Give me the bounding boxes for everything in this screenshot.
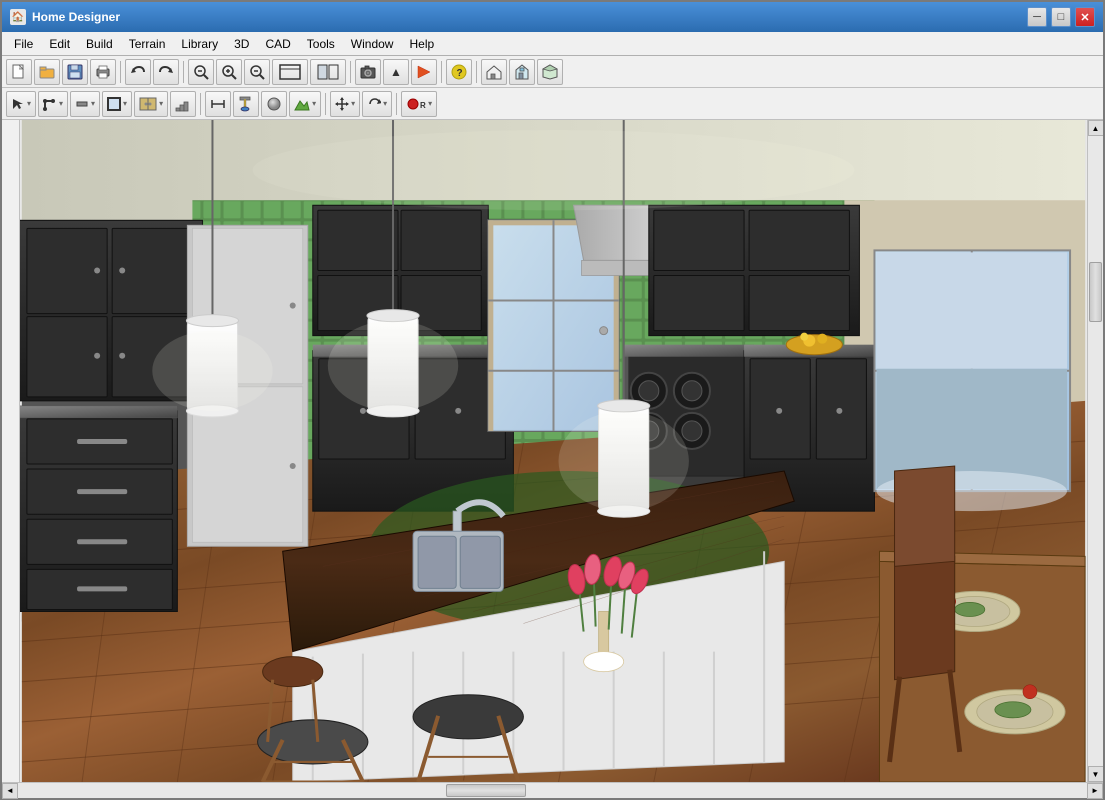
sep6 <box>200 93 201 115</box>
room-dropdown[interactable]: ▾ <box>102 91 132 117</box>
redo-button[interactable] <box>153 59 179 85</box>
kitchen-render <box>20 120 1087 782</box>
sep3 <box>350 61 351 83</box>
window-fit-button[interactable] <box>272 59 308 85</box>
save-button[interactable] <box>62 59 88 85</box>
material-button[interactable] <box>261 91 287 117</box>
cabinet-dropdown[interactable]: ▾ <box>134 91 168 117</box>
title-bar-controls: ─ □ ✕ <box>1027 7 1095 27</box>
sep8 <box>396 93 397 115</box>
rotate-dropdown[interactable]: ▾ <box>362 91 392 117</box>
menu-file[interactable]: File <box>6 35 41 53</box>
wall-dropdown[interactable]: ▾ <box>70 91 100 117</box>
left-ruler <box>2 120 20 782</box>
title-bar: 🏠 Home Designer ─ □ ✕ <box>2 2 1103 32</box>
paint-button[interactable] <box>233 91 259 117</box>
close-button[interactable]: ✕ <box>1075 7 1095 27</box>
kitchen-scene-svg <box>20 120 1087 782</box>
select-dropdown[interactable]: ▾ <box>6 91 36 117</box>
sep2 <box>183 61 184 83</box>
toolbar-row-1: ▲ ? <box>2 56 1103 88</box>
house-side-button[interactable] <box>481 59 507 85</box>
move-dropdown[interactable]: ▾ <box>330 91 360 117</box>
house-3d-button[interactable] <box>537 59 563 85</box>
menu-terrain[interactable]: Terrain <box>121 35 174 53</box>
scroll-down-button[interactable]: ▼ <box>1088 766 1104 782</box>
menu-3d[interactable]: 3D <box>226 35 257 53</box>
menu-library[interactable]: Library <box>173 35 226 53</box>
open-button[interactable] <box>34 59 60 85</box>
menu-cad[interactable]: CAD <box>257 35 298 53</box>
zoom-out-button[interactable] <box>244 59 270 85</box>
sep4 <box>441 61 442 83</box>
minimize-button[interactable]: ─ <box>1027 7 1047 27</box>
title-bar-left: 🏠 Home Designer <box>10 9 120 25</box>
arrow-up-button[interactable]: ▲ <box>383 59 409 85</box>
help-button[interactable]: ? <box>446 59 472 85</box>
main-content: ▲ ▼ <box>2 120 1103 782</box>
menu-build[interactable]: Build <box>78 35 121 53</box>
view-toggle-button[interactable] <box>310 59 346 85</box>
scroll-track-horizontal <box>18 783 1087 798</box>
menu-bar: File Edit Build Terrain Library 3D CAD T… <box>2 32 1103 56</box>
sep7 <box>325 93 326 115</box>
record-dropdown[interactable]: REC ▾ <box>401 91 437 117</box>
zoom-in-button[interactable] <box>216 59 242 85</box>
menu-edit[interactable]: Edit <box>41 35 78 53</box>
toolbar-row-2: ▾ ▾ ▾ ▾ ▾ ▾ <box>2 88 1103 120</box>
stairs-button[interactable] <box>170 91 196 117</box>
print-button[interactable] <box>90 59 116 85</box>
bottom-scrollbar: ◄ ► <box>2 782 1103 798</box>
arrow-right-button[interactable] <box>411 59 437 85</box>
canvas-area[interactable] <box>20 120 1087 782</box>
scroll-left-button[interactable]: ◄ <box>2 783 18 799</box>
camera-button[interactable] <box>355 59 381 85</box>
scroll-thumb-horizontal[interactable] <box>446 784 526 797</box>
scroll-thumb-vertical[interactable] <box>1089 262 1102 322</box>
maximize-button[interactable]: □ <box>1051 7 1071 27</box>
menu-tools[interactable]: Tools <box>299 35 343 53</box>
menu-window[interactable]: Window <box>343 35 402 53</box>
sep1 <box>120 61 121 83</box>
undo-button[interactable] <box>125 59 151 85</box>
dimension-button[interactable] <box>205 91 231 117</box>
app-title: Home Designer <box>32 10 120 24</box>
new-button[interactable] <box>6 59 32 85</box>
terrain-dropdown[interactable]: ▾ <box>289 91 321 117</box>
right-scrollbar: ▲ ▼ <box>1087 120 1103 782</box>
scroll-track-vertical <box>1088 136 1103 766</box>
menu-help[interactable]: Help <box>401 35 442 53</box>
house-front-button[interactable] <box>509 59 535 85</box>
polyline-dropdown[interactable]: ▾ <box>38 91 68 117</box>
sep5 <box>476 61 477 83</box>
app-icon: 🏠 <box>10 9 26 25</box>
zoom-fit-button[interactable] <box>188 59 214 85</box>
application-window: 🏠 Home Designer ─ □ ✕ File Edit Build Te… <box>0 0 1105 800</box>
scroll-right-button[interactable]: ► <box>1087 783 1103 799</box>
svg-text:REC: REC <box>420 101 426 110</box>
scroll-up-button[interactable]: ▲ <box>1088 120 1104 136</box>
svg-text:?: ? <box>457 68 463 79</box>
